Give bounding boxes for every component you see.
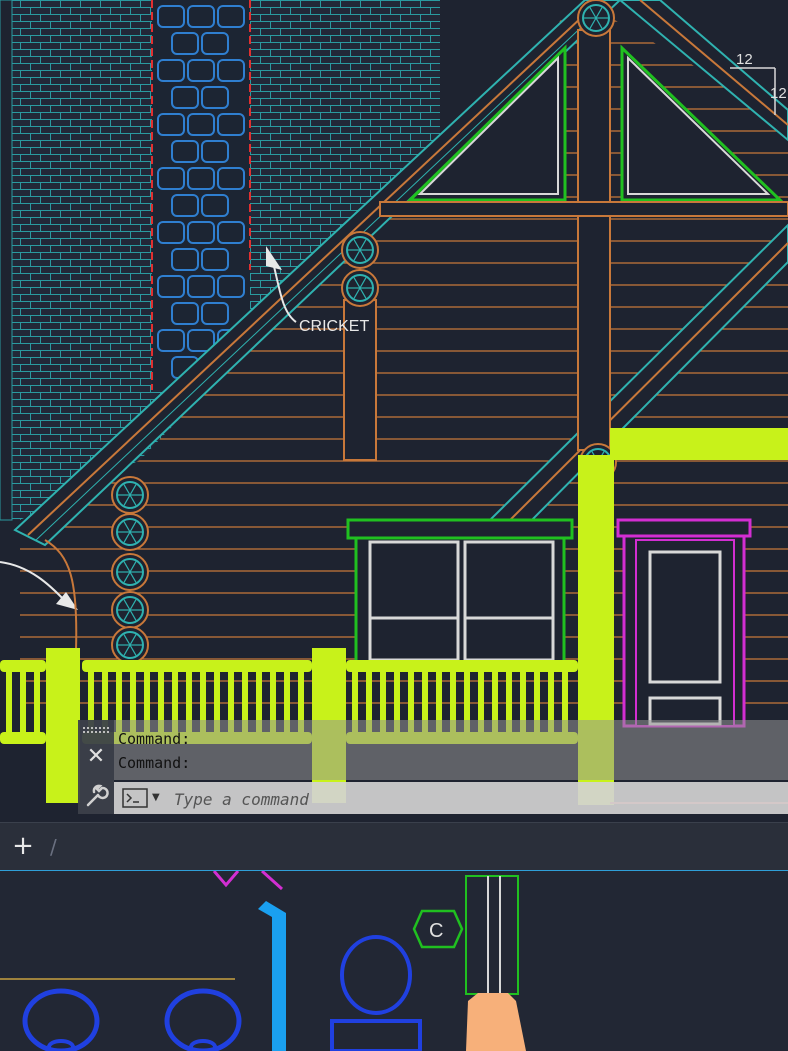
railing-top [0,660,46,672]
chimney-stone [201,248,229,271]
chevron-down-icon[interactable]: ▼ [152,788,164,808]
command-history-line: Command: [118,754,191,772]
grip-dots-icon[interactable] [82,726,110,734]
chimney-stone [217,167,245,190]
wall-column [465,875,526,1051]
command-line-icon[interactable] [122,788,148,808]
log-end [341,269,379,307]
chimney-stone [157,275,185,298]
wrench-icon[interactable] [82,782,110,810]
chimney-stone [157,167,185,190]
chimney-stone [217,221,245,244]
chimney-stone [217,275,245,298]
baluster [6,672,12,732]
chimney-stone [157,59,185,82]
baluster [34,672,40,732]
log-end [577,0,615,37]
command-input-row[interactable]: ▼ [114,782,788,814]
chimney-stone [201,194,229,217]
close-icon[interactable]: ✕ [82,744,110,770]
cyan-duct [258,901,286,1051]
drawing-viewport-bottom[interactable]: C [0,870,788,1051]
log-end [111,591,149,629]
chimney-stone [157,329,185,352]
chimney-stone [171,302,199,325]
chimney-stone [171,194,199,217]
chimney-stone [187,59,215,82]
chimney-stone [171,248,199,271]
command-window-grip[interactable]: ✕ [78,720,114,814]
chimney-stone [217,5,245,28]
chimney-stone [187,113,215,136]
chimney-stone [201,32,229,55]
drawing-viewport-top[interactable]: 12 12 CRICKET [0,0,788,822]
layout-tabs-bar: + / [0,822,788,871]
log-end [111,553,149,591]
log-end [111,476,149,514]
porch-post-left [46,648,80,803]
chimney-stone [187,275,215,298]
porch-header [610,428,788,460]
section-marker: C [412,909,464,949]
plus-icon[interactable]: + [10,831,36,861]
log-end [111,513,149,551]
chimney-stone [171,32,199,55]
left-wall-edge [0,0,13,521]
double-window [346,518,574,664]
cricket-annotation: CRICKET [299,318,369,335]
chimney-stone [201,140,229,163]
chimney-stone [171,140,199,163]
log-end [341,231,379,269]
railing-top [346,660,578,672]
pitch-run-label: 12 [736,51,753,68]
chimney-stone [201,302,229,325]
center-post [577,29,611,451]
section-marker-label: C [429,920,443,942]
command-history-line: Command: [118,730,191,748]
chimney-stone [157,5,185,28]
tab-separator: / [50,835,57,859]
elevation-drawing: 12 12 CRICKET [0,0,788,805]
chimney-stone [157,221,185,244]
toilet-fixture [330,935,422,1051]
magenta-line [260,871,284,891]
plan-drawing: C [0,871,526,1051]
sink-fixture-left [22,988,100,1051]
log-end [111,626,149,664]
gable-window-header [379,201,788,217]
command-input[interactable] [172,784,776,814]
chimney-stone [217,113,245,136]
chimney-stone [187,167,215,190]
chimney-stone [187,221,215,244]
chimney-stone [201,86,229,109]
command-history: Command: Command: [114,720,788,780]
sink-fixture-right [164,988,242,1051]
command-window[interactable]: ✕ Command: Command: ▼ [78,720,788,814]
chimney-stone [157,113,185,136]
chimney-stone [217,59,245,82]
entry-door [616,518,752,728]
chimney-stone [187,5,215,28]
pitch-rise-label: 12 [770,85,787,102]
magenta-marker [212,871,240,888]
railing-top [82,660,312,672]
baluster [20,672,26,732]
chimney-stone [171,86,199,109]
railing-bottom [0,732,46,744]
